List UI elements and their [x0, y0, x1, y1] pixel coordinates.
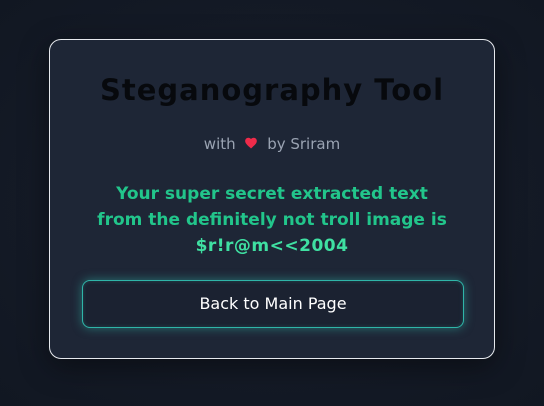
- byline-prefix: with: [203, 135, 236, 153]
- byline-suffix: by Sriram: [267, 135, 341, 153]
- page-title: Steganography Tool: [99, 73, 445, 107]
- byline: with by Sriram: [50, 134, 494, 154]
- back-to-main-button[interactable]: Back to Main Page: [82, 280, 464, 328]
- extracted-message: Your super secret extracted text from th…: [70, 181, 474, 259]
- heart-icon: [245, 137, 258, 149]
- secret-text: $r!r@m<<2004: [195, 236, 349, 256]
- message-line-1: Your super secret extracted text: [116, 184, 428, 204]
- message-line-2: from the definitely not troll image is: [97, 210, 447, 230]
- result-card: Steganography Tool with by Sriram Your s…: [49, 39, 495, 359]
